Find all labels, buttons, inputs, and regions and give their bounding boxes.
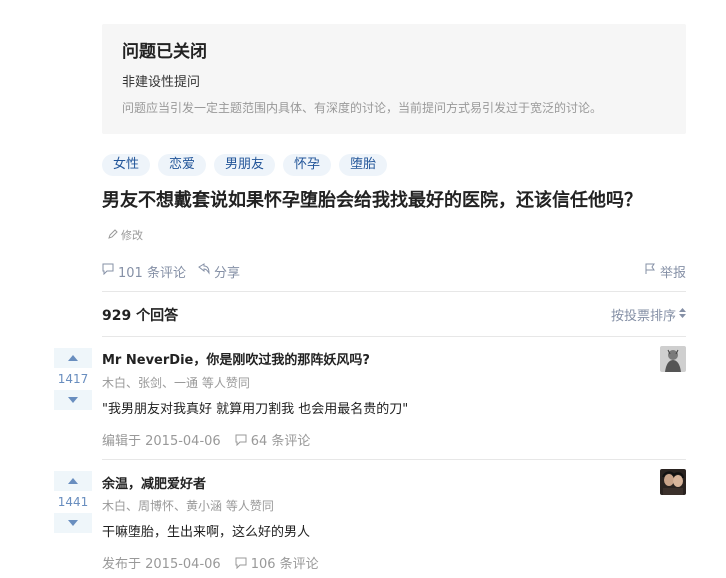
upvote-button[interactable]	[54, 471, 92, 491]
downvote-button[interactable]	[54, 513, 92, 533]
downvote-arrow-icon	[68, 397, 78, 403]
answer-footer: 编辑于 2015-04-06 64 条评论	[102, 430, 310, 449]
answer-author[interactable]: 余温，减肥爱好者	[102, 473, 206, 492]
question-meta: 101 条评论 分享 举报	[102, 262, 686, 281]
answer-voters: 木白、周博怀、黄小涵 等人赞同	[102, 499, 274, 513]
report-link[interactable]: 举报	[644, 262, 686, 281]
answer-date[interactable]: 编辑于 2015-04-06	[102, 430, 221, 449]
author-name[interactable]: Mr NeverDie，你是刚吹过我的那阵妖风吗?	[102, 353, 370, 368]
report-label: 举报	[659, 265, 686, 281]
closed-title: 问题已关闭	[122, 42, 207, 62]
author-name[interactable]: 余温，减肥爱好者	[102, 477, 206, 492]
divider	[102, 336, 686, 337]
question-comments-link[interactable]: 101 条评论	[102, 262, 186, 281]
closed-reason: 非建设性提问	[122, 75, 201, 90]
edit-label: 修改	[121, 229, 143, 242]
share-link[interactable]: 分享	[198, 262, 240, 281]
answer-content[interactable]: "我男朋友对我真好 就算用刀割我 也会用最名贵的刀"	[102, 398, 408, 417]
share-icon	[198, 263, 210, 279]
vote-widget: 1441	[54, 471, 92, 533]
answer-comments-link[interactable]: 106 条评论	[235, 553, 319, 572]
question-title: 男友不想戴套说如果怀孕堕胎会给我找最好的医院，还该信任他吗？	[102, 190, 642, 211]
answer-comments-link[interactable]: 64 条评论	[235, 430, 311, 449]
answer-footer: 发布于 2015-04-06 106 条评论	[102, 553, 319, 572]
topic-tags: 女性 恋爱 男朋友 怀孕 堕胎	[102, 154, 388, 176]
answer-comments-label: 64 条评论	[250, 434, 311, 449]
divider	[102, 291, 686, 292]
question-closed-notice: 问题已关闭 非建设性提问 问题应当引发一定主题范围内具体、有深度的讨论，当前提问…	[102, 24, 686, 134]
tag-abortion[interactable]: 堕胎	[339, 154, 388, 176]
edit-question-link[interactable]: 修改	[108, 227, 143, 243]
sort-dropdown[interactable]: 按投票排序	[611, 305, 686, 324]
divider	[102, 459, 686, 460]
answer-date[interactable]: 发布于 2015-04-06	[102, 553, 221, 572]
tag-women[interactable]: 女性	[102, 154, 151, 176]
vote-count: 1417	[57, 372, 89, 386]
answers-count: 929 个回答	[102, 308, 179, 324]
answer-comments-label: 106 条评论	[250, 557, 319, 572]
answer-author[interactable]: Mr NeverDie，你是刚吹过我的那阵妖风吗?	[102, 349, 370, 368]
sort-arrows-icon	[679, 307, 686, 322]
downvote-button[interactable]	[54, 390, 92, 410]
vote-widget: 1417	[54, 348, 92, 410]
comment-icon	[102, 263, 114, 279]
upvote-arrow-icon	[68, 355, 78, 361]
vote-count: 1441	[57, 495, 89, 509]
tag-boyfriend[interactable]: 男朋友	[214, 154, 276, 176]
comment-icon	[235, 434, 247, 446]
tag-pregnancy[interactable]: 怀孕	[283, 154, 332, 176]
question-comments-label: 101 条评论	[118, 265, 186, 281]
upvote-button[interactable]	[54, 348, 92, 368]
avatar[interactable]	[660, 346, 686, 372]
comment-icon	[235, 557, 247, 569]
downvote-arrow-icon	[68, 520, 78, 526]
share-label: 分享	[213, 265, 240, 281]
avatar[interactable]	[660, 469, 686, 495]
pencil-icon	[108, 228, 118, 242]
tag-romance[interactable]: 恋爱	[158, 154, 207, 176]
answer-voters: 木白、张剑、一通 等人赞同	[102, 376, 250, 390]
upvote-arrow-icon	[68, 478, 78, 484]
flag-icon	[644, 263, 656, 279]
sort-label: 按投票排序	[610, 309, 676, 324]
closed-description: 问题应当引发一定主题范围内具体、有深度的讨论，当前提问方式易引发过于宽泛的讨论。	[122, 101, 603, 115]
answer-content[interactable]: 干嘛堕胎，生出来啊，这么好的男人	[102, 521, 310, 540]
